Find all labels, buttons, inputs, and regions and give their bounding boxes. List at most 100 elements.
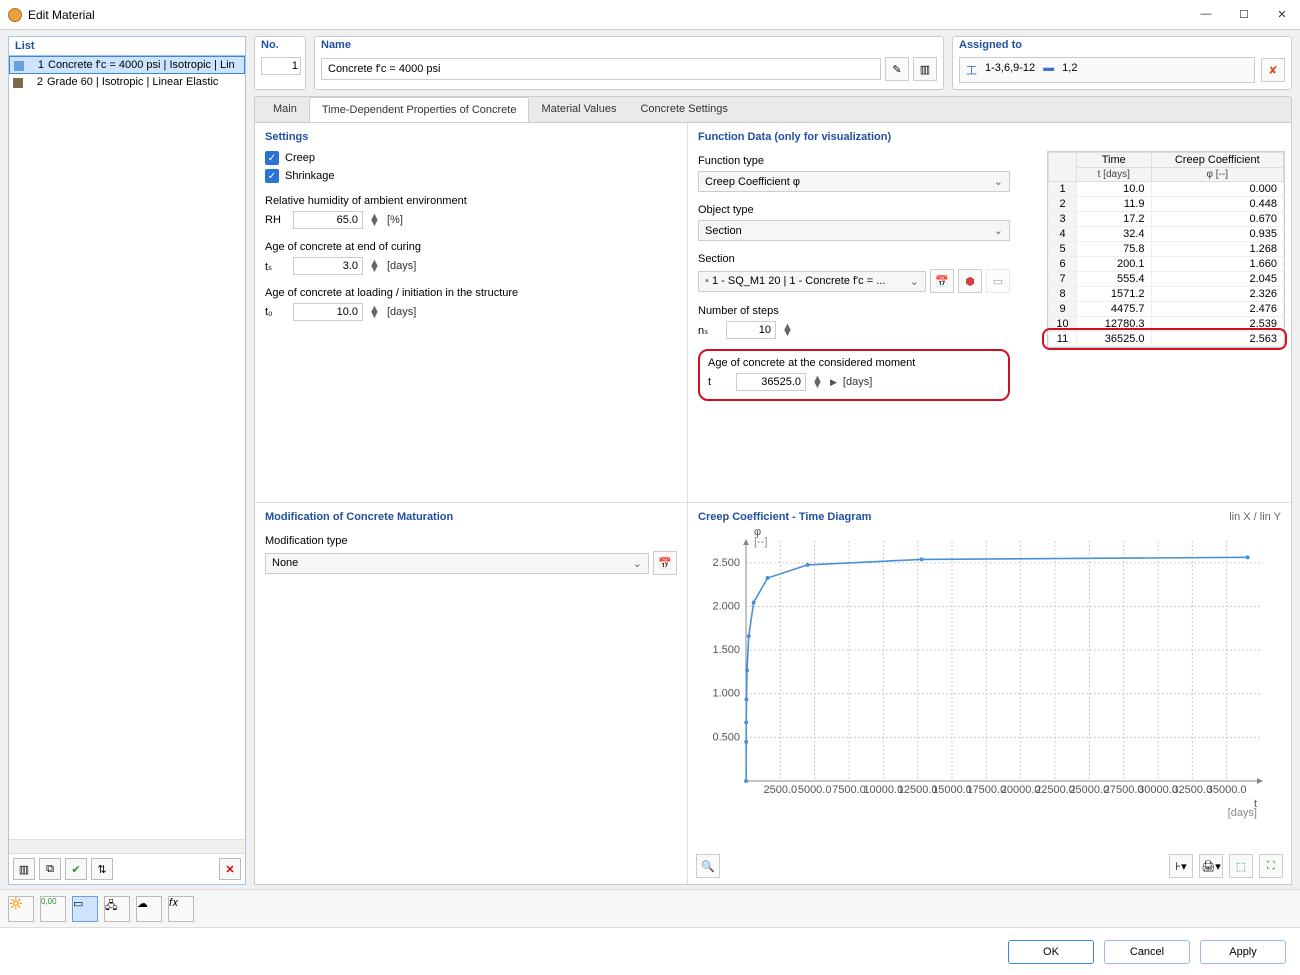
modification-panel: Modification of Concrete Maturation Modi… bbox=[255, 503, 688, 884]
svg-text:1.000: 1.000 bbox=[712, 688, 740, 700]
tab-concrete-settings[interactable]: Concrete Settings bbox=[628, 97, 739, 122]
table-row[interactable]: 94475.72.476 bbox=[1049, 302, 1284, 317]
sort-icon[interactable]: ⇅ bbox=[91, 858, 113, 880]
maximize-chart-icon[interactable]: ⛶ bbox=[1259, 854, 1283, 878]
view-mode-icon[interactable]: ▭ bbox=[72, 896, 98, 922]
table-row[interactable]: 110.00.000 bbox=[1049, 182, 1284, 197]
axis-config-icon[interactable]: ⊦▾ bbox=[1169, 854, 1193, 878]
section-label: Section bbox=[698, 253, 1010, 265]
ts-label: Age of concrete at end of curing bbox=[265, 241, 677, 253]
table-row[interactable]: 432.40.935 bbox=[1049, 227, 1284, 242]
table-row[interactable]: 317.20.670 bbox=[1049, 212, 1284, 227]
delete-icon[interactable]: ✕ bbox=[219, 858, 241, 880]
check-icon[interactable]: ✔ bbox=[65, 858, 87, 880]
list-header: List bbox=[9, 37, 245, 56]
table-row[interactable]: 1136525.02.563 bbox=[1049, 332, 1284, 347]
age-unit: [days] bbox=[843, 376, 872, 388]
steps-input[interactable] bbox=[726, 321, 776, 339]
svg-text:0.500: 0.500 bbox=[712, 731, 740, 743]
arrow-right-icon[interactable]: ▶ bbox=[830, 377, 837, 388]
dialog-buttons: OK Cancel Apply bbox=[0, 927, 1300, 975]
calendar-icon[interactable]: 📅 bbox=[930, 269, 954, 293]
print-icon[interactable]: 🖨▾ bbox=[1199, 854, 1223, 878]
object-type-select[interactable]: Section ⌄ bbox=[698, 220, 1010, 241]
no-input[interactable] bbox=[261, 57, 301, 75]
assigned-val1: 1-3,6,9-12 bbox=[985, 62, 1035, 78]
t0-label: Age of concrete at loading / initiation … bbox=[265, 287, 677, 299]
table-row[interactable]: 6200.11.660 bbox=[1049, 257, 1284, 272]
t0-input[interactable] bbox=[293, 303, 363, 321]
assigned-input[interactable]: 工1-3,6,9-12 ▬1,2 bbox=[959, 57, 1255, 83]
help-icon[interactable]: 🔆 bbox=[8, 896, 34, 922]
cancel-button[interactable]: Cancel bbox=[1104, 940, 1190, 964]
chevron-down-icon: ⌄ bbox=[994, 224, 1003, 237]
calendar-icon[interactable]: 📅 bbox=[653, 551, 677, 575]
function-data-table: Time Creep Coefficient t [days] φ [--] 1… bbox=[1047, 151, 1285, 348]
object-type-value: Section bbox=[705, 225, 742, 237]
tab-time-dependent[interactable]: Time-Dependent Properties of Concrete bbox=[309, 97, 530, 123]
section-view-icon[interactable]: ⬢ bbox=[958, 269, 982, 293]
table-row[interactable]: 81571.22.326 bbox=[1049, 287, 1284, 302]
rh-unit: [%] bbox=[387, 214, 403, 226]
name-label: Name bbox=[321, 39, 937, 51]
table-row[interactable]: 1012780.32.539 bbox=[1049, 317, 1284, 332]
table-row[interactable]: 575.81.268 bbox=[1049, 242, 1284, 257]
function-icon[interactable]: f𝑥 bbox=[168, 896, 194, 922]
mod-type-select[interactable]: None⌄ bbox=[265, 553, 649, 574]
ts-symbol: tₛ bbox=[265, 260, 287, 273]
table-row[interactable]: 211.90.448 bbox=[1049, 197, 1284, 212]
h-scrollbar[interactable] bbox=[9, 839, 245, 853]
spinner-icon[interactable]: ▲▼ bbox=[782, 324, 794, 336]
svg-text:2.500: 2.500 bbox=[712, 557, 740, 569]
tab-main[interactable]: Main bbox=[261, 97, 309, 122]
content-area: No. Name Concrete f'c = 4000 psi ✎ ▥ Ass… bbox=[250, 30, 1300, 889]
minimize-icon[interactable]: — bbox=[1196, 8, 1216, 21]
modification-title: Modification of Concrete Maturation bbox=[265, 511, 677, 523]
spinner-icon[interactable]: ▲▼ bbox=[369, 260, 381, 272]
close-icon[interactable]: ✕ bbox=[1272, 8, 1292, 21]
settings-title: Settings bbox=[265, 131, 677, 143]
ts-input[interactable] bbox=[293, 257, 363, 275]
svg-text:2500.0: 2500.0 bbox=[764, 784, 798, 796]
list-item[interactable]: 2 Grade 60 | Isotropic | Linear Elastic bbox=[9, 74, 245, 90]
units-icon[interactable]: 0,00 bbox=[40, 896, 66, 922]
spinner-icon[interactable]: ▲▼ bbox=[369, 214, 381, 226]
tree-icon[interactable]: 🖧 bbox=[104, 896, 130, 922]
function-type-select[interactable]: Creep Coefficient φ⌄ bbox=[698, 171, 1010, 192]
library-icon[interactable]: ▥ bbox=[913, 57, 937, 81]
mod-type-label: Modification type bbox=[265, 535, 677, 547]
rh-input[interactable] bbox=[293, 211, 363, 229]
checkmark-icon: ✓ bbox=[265, 169, 279, 183]
list-item[interactable]: 1 Concrete f'c = 4000 psi | Isotropic | … bbox=[9, 56, 245, 74]
age-input[interactable] bbox=[736, 373, 806, 391]
list-body: 1 Concrete f'c = 4000 psi | Isotropic | … bbox=[9, 56, 245, 839]
tab-material-values[interactable]: Material Values bbox=[529, 97, 628, 122]
steps-label: Number of steps bbox=[698, 305, 1010, 317]
cc-unit-header: φ [--] bbox=[1151, 168, 1283, 182]
pick-icon[interactable]: ✘ bbox=[1261, 58, 1285, 82]
age-highlight: Age of concrete at the considered moment… bbox=[698, 349, 1010, 401]
name-input[interactable]: Concrete f'c = 4000 psi bbox=[321, 58, 881, 80]
function-type-label: Function type bbox=[698, 155, 1010, 167]
edit-name-icon[interactable]: ✎ bbox=[885, 57, 909, 81]
table-row[interactable]: 7555.42.045 bbox=[1049, 272, 1284, 287]
export-icon[interactable]: ⬚ bbox=[1229, 854, 1253, 878]
new-icon[interactable]: ▥ bbox=[13, 858, 35, 880]
window-title: Edit Material bbox=[28, 8, 1196, 22]
apply-button[interactable]: Apply bbox=[1200, 940, 1286, 964]
copy-icon[interactable]: ⧉ bbox=[39, 858, 61, 880]
maximize-icon[interactable]: ☐ bbox=[1234, 8, 1254, 21]
function-data-title: Function Data (only for visualization) bbox=[698, 131, 1281, 143]
chart-mode: lin X / lin Y bbox=[1229, 511, 1281, 523]
shrinkage-checkbox[interactable]: ✓ Shrinkage bbox=[265, 169, 677, 183]
new-section-icon[interactable]: ▭ bbox=[986, 269, 1010, 293]
color-swatch bbox=[13, 78, 23, 88]
t0-unit: [days] bbox=[387, 306, 416, 318]
spinner-icon[interactable]: ▲▼ bbox=[812, 376, 824, 388]
ok-button[interactable]: OK bbox=[1008, 940, 1094, 964]
zoom-icon[interactable]: 🔍 bbox=[696, 854, 720, 878]
creep-checkbox[interactable]: ✓ Creep bbox=[265, 151, 677, 165]
info-icon[interactable]: ☁ bbox=[136, 896, 162, 922]
section-select[interactable]: ▪ 1 - SQ_M1 20 | 1 - Concrete f'c = ...⌄ bbox=[698, 271, 926, 292]
spinner-icon[interactable]: ▲▼ bbox=[369, 306, 381, 318]
